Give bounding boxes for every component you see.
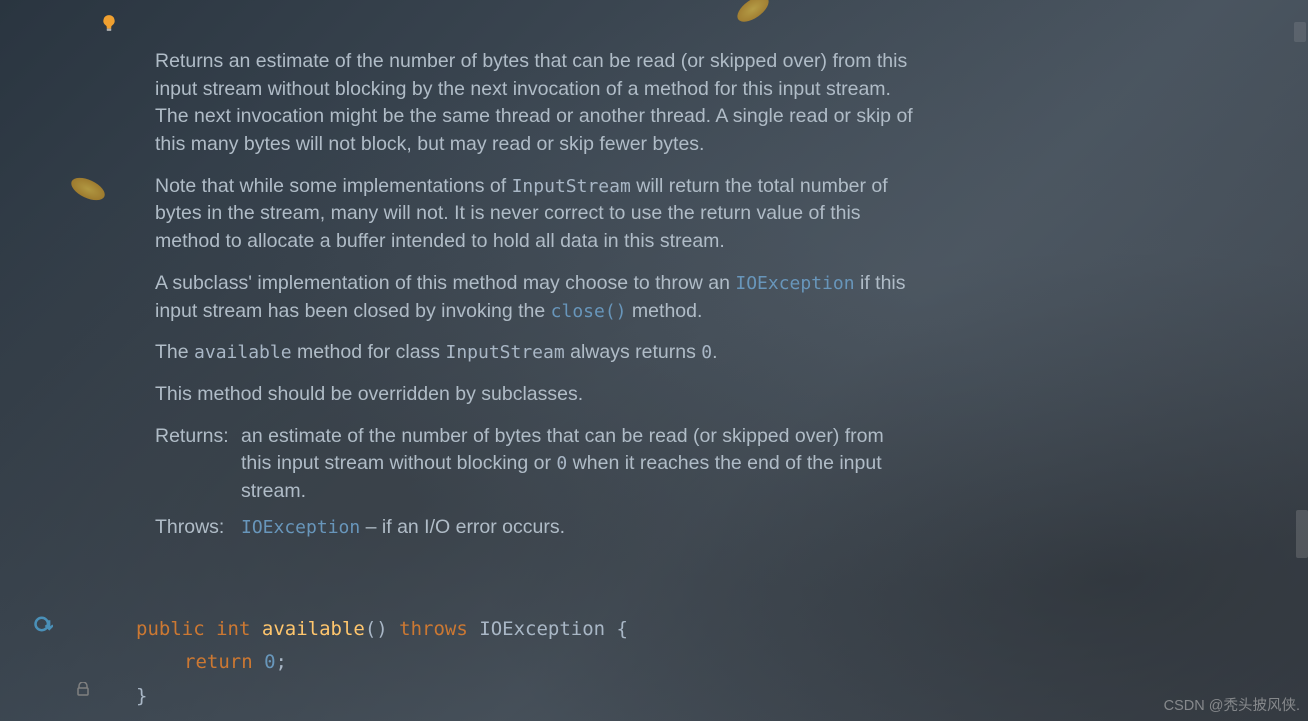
lock-icon[interactable] <box>76 682 90 701</box>
javadoc-returns: Returns: an estimate of the number of by… <box>155 423 915 506</box>
code-line[interactable]: } <box>136 680 628 713</box>
doc-paragraph: Returns an estimate of the number of byt… <box>155 48 915 159</box>
code-line[interactable]: return 0; <box>136 646 628 679</box>
code-ref-available: available <box>194 342 292 363</box>
lightbulb-icon[interactable] <box>100 14 118 32</box>
decoration-leaf <box>733 0 773 27</box>
code-ref-inputstream: InputStream <box>512 176 631 197</box>
code-ref-inputstream: InputStream <box>445 342 564 363</box>
code-ref-zero: 0 <box>701 342 712 363</box>
code-link-ioexception[interactable]: IOException <box>735 273 854 294</box>
override-gutter-icon[interactable] <box>33 614 53 639</box>
watermark-text: CSDN @秃头披风侠. <box>1164 694 1300 715</box>
code-line[interactable]: public int available() throws IOExceptio… <box>136 613 628 646</box>
doc-paragraph: The available method for class InputStre… <box>155 339 915 367</box>
editor-gutter <box>0 0 95 721</box>
doc-paragraph: Note that while some implementations of … <box>155 173 915 256</box>
doc-paragraph: This method should be overridden by subc… <box>155 381 915 409</box>
code-link-ioexception[interactable]: IOException <box>241 517 360 538</box>
doc-paragraph: A subclass' implementation of this metho… <box>155 270 915 325</box>
javadoc-panel: Returns an estimate of the number of byt… <box>155 48 915 549</box>
code-link-close[interactable]: close() <box>551 301 627 322</box>
scrollbar-thumb[interactable] <box>1296 510 1308 558</box>
code-editor[interactable]: public int available() throws IOExceptio… <box>136 613 628 713</box>
throws-label: Throws: <box>155 514 235 542</box>
javadoc-throws: Throws: IOException – if an I/O error oc… <box>155 514 915 542</box>
scrollbar-marker[interactable] <box>1294 22 1306 42</box>
code-ref-zero: 0 <box>556 453 567 474</box>
returns-label: Returns: <box>155 423 235 506</box>
returns-body: an estimate of the number of bytes that … <box>241 423 915 506</box>
throws-body: IOException – if an I/O error occurs. <box>241 514 915 542</box>
